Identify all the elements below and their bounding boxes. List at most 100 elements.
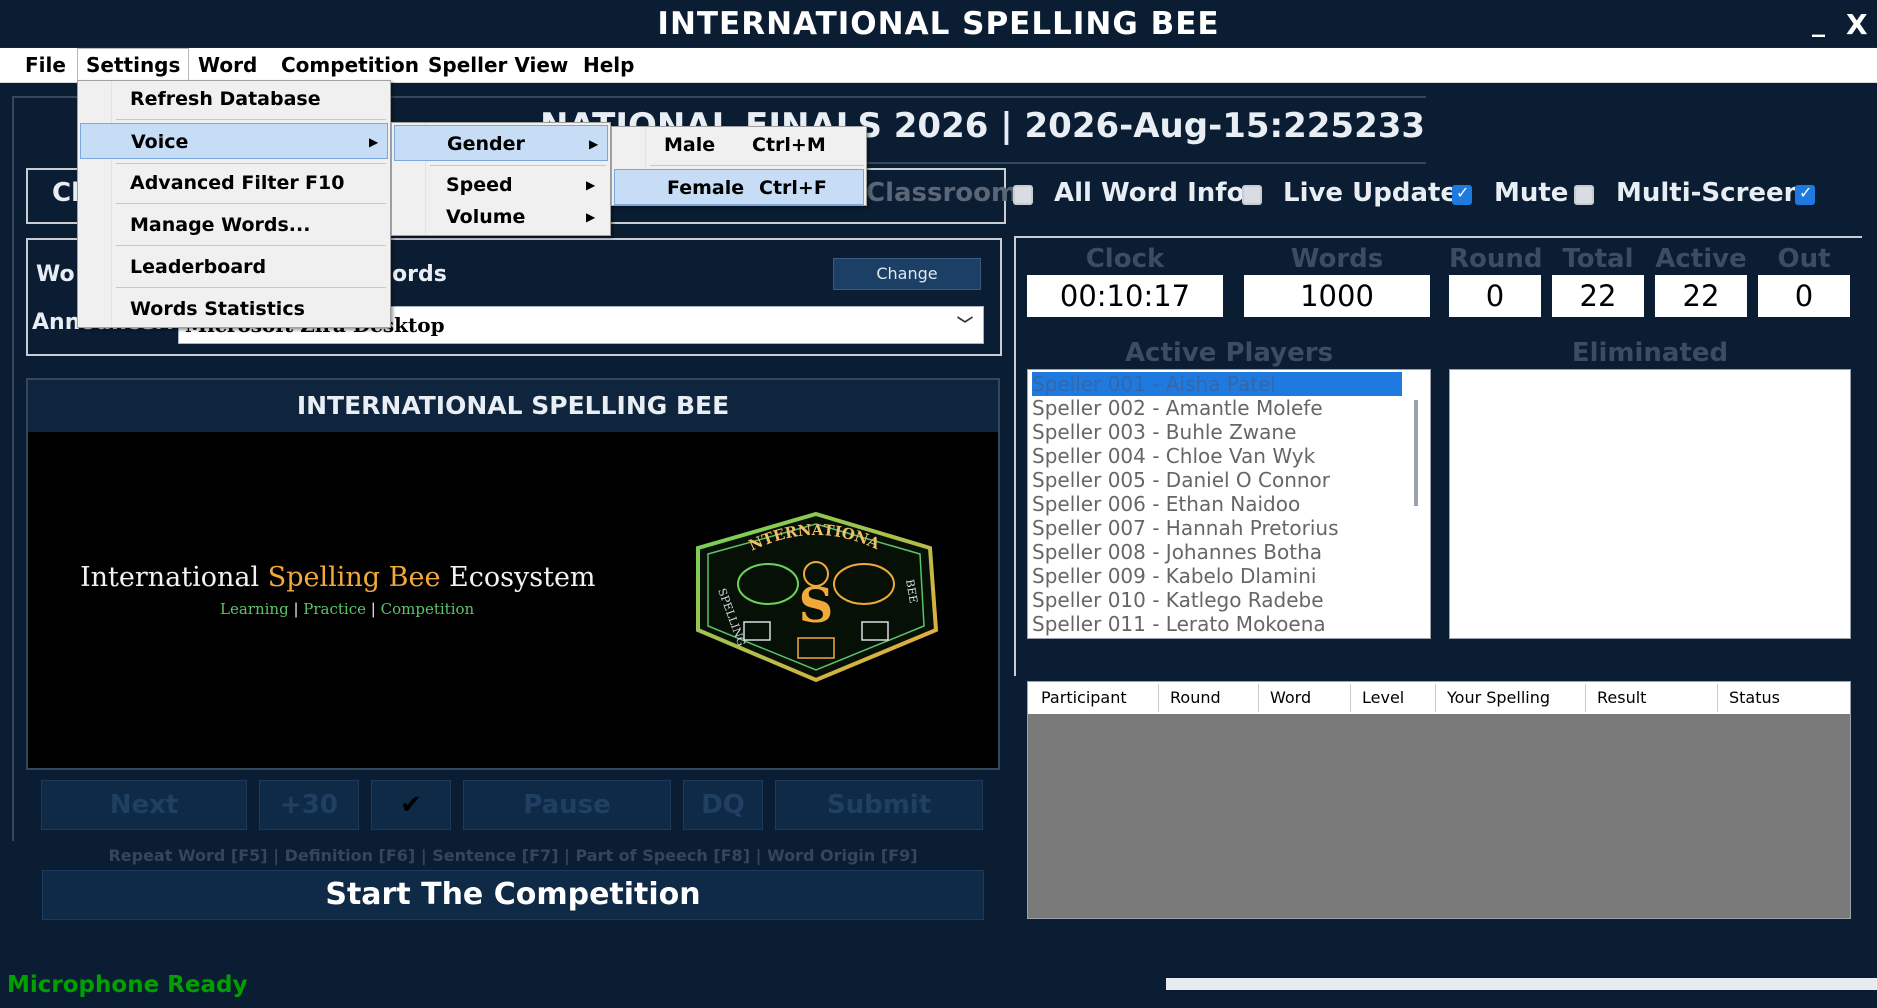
menu-settings[interactable]: Settings xyxy=(77,48,190,84)
classroom-label: Classroom xyxy=(866,178,1019,208)
start-competition-button[interactable]: Start The Competition xyxy=(42,870,984,920)
gender-item[interactable]: Gender ▶ xyxy=(394,125,608,161)
menu-separator xyxy=(650,165,864,166)
female-item-label: Female xyxy=(667,177,745,199)
words-value: 1000 xyxy=(1244,275,1430,317)
advanced-filter-label: Advanced Filter xyxy=(130,172,299,194)
female-item[interactable]: Female Ctrl+F xyxy=(614,169,864,205)
clock-value: 00:10:17 xyxy=(1027,275,1223,317)
add-30-button[interactable]: +30 xyxy=(259,780,359,830)
col-your-spelling[interactable]: Your Spelling xyxy=(1447,688,1550,707)
list-item[interactable]: Speller 001 - Aisha Patel xyxy=(1032,372,1402,396)
next-button[interactable]: Next xyxy=(41,780,247,830)
list-item[interactable]: Speller 010 - Katlego Radebe xyxy=(1032,588,1324,612)
classroom-label-prefix: Cl xyxy=(52,178,80,208)
tagline-c: Ecosystem xyxy=(440,562,596,593)
words-label-prefix: Wo xyxy=(36,262,75,287)
sub-competition: Competition xyxy=(380,600,475,618)
results-table[interactable] xyxy=(1027,681,1851,919)
submenu-arrow-icon: ▶ xyxy=(369,135,379,149)
round-value: 0 xyxy=(1449,275,1541,317)
words-statistics-item[interactable]: Words Statistics xyxy=(130,291,370,327)
submit-button[interactable]: Submit xyxy=(775,780,983,830)
menu-word[interactable]: Word xyxy=(190,48,265,83)
active-players-label: Active Players xyxy=(1124,338,1334,368)
speed-item-label: Speed xyxy=(446,174,513,196)
voice-item-label: Voice xyxy=(131,131,189,153)
col-result[interactable]: Result xyxy=(1597,688,1646,707)
column-divider xyxy=(1717,684,1718,712)
pause-button[interactable]: Pause xyxy=(463,780,671,830)
column-divider xyxy=(1350,684,1351,712)
advanced-filter-shortcut: F10 xyxy=(305,172,345,194)
menu-separator xyxy=(116,119,386,120)
volume-item[interactable]: Volume ▶ xyxy=(446,199,606,235)
menu-speller-view[interactable]: Speller View xyxy=(420,48,576,83)
eliminated-list[interactable] xyxy=(1449,369,1851,639)
col-status[interactable]: Status xyxy=(1729,688,1780,707)
list-item[interactable]: Speller 003 - Buhle Zwane xyxy=(1032,420,1296,444)
mute-checkbox[interactable] xyxy=(1574,185,1594,205)
col-participant[interactable]: Participant xyxy=(1041,688,1127,707)
menu-bar: File Settings Word Competition Speller V… xyxy=(0,48,1877,84)
male-shortcut: Ctrl+M xyxy=(752,134,826,156)
list-item[interactable]: Speller 002 - Amantle Molefe xyxy=(1032,396,1323,420)
total-label: Total xyxy=(1562,244,1634,274)
all-word-info-checkbox[interactable] xyxy=(1242,185,1262,205)
minimize-button[interactable]: _ xyxy=(1812,8,1825,38)
list-item[interactable]: Speller 008 - Johannes Botha xyxy=(1032,540,1322,564)
sub-practice: Practice xyxy=(303,600,367,618)
list-item[interactable]: Speller 006 - Ethan Naidoo xyxy=(1032,492,1300,516)
classroom-checkbox[interactable] xyxy=(1013,185,1033,205)
sub-separator: | xyxy=(293,600,299,618)
speed-item[interactable]: Speed ▶ xyxy=(446,167,606,203)
out-label: Out xyxy=(1777,244,1831,274)
sub-separator: | xyxy=(370,600,376,618)
col-word[interactable]: Word xyxy=(1270,688,1311,707)
col-level[interactable]: Level xyxy=(1362,688,1404,707)
scrollbar[interactable] xyxy=(1414,400,1418,506)
disqualify-button[interactable]: DQ xyxy=(683,780,763,830)
words-stat-label: Words xyxy=(1290,244,1384,274)
settings-menu: Refresh Database Voice ▶ Advanced Filter… xyxy=(77,80,391,328)
voice-item[interactable]: Voice ▶ xyxy=(80,123,388,159)
live-update-checkbox[interactable] xyxy=(1452,183,1472,205)
gender-submenu: Male Ctrl+M Female Ctrl+F xyxy=(611,126,867,206)
list-item[interactable]: Speller 005 - Daniel O Connor xyxy=(1032,468,1330,492)
list-item[interactable]: Speller 004 - Chloe Van Wyk xyxy=(1032,444,1315,468)
logo-subtagline: Learning | Practice | Competition xyxy=(220,600,474,618)
all-word-info-label: All Word Info xyxy=(1054,178,1245,208)
active-players-list[interactable]: Speller 001 - Aisha Patel Speller 002 - … xyxy=(1027,369,1431,639)
col-round[interactable]: Round xyxy=(1170,688,1221,707)
multi-screen-label: Multi-Screen xyxy=(1616,178,1803,208)
menu-help[interactable]: Help xyxy=(575,48,642,83)
list-item[interactable]: Speller 007 - Hannah Pretorius xyxy=(1032,516,1338,540)
menu-separator xyxy=(116,287,386,288)
status-progress-bar xyxy=(1166,978,1877,990)
column-divider xyxy=(1585,684,1586,712)
menu-file[interactable]: File xyxy=(17,48,74,83)
menu-competition[interactable]: Competition xyxy=(273,48,427,83)
gender-item-label: Gender xyxy=(447,133,525,155)
check-button[interactable]: ✔ xyxy=(371,780,451,830)
clock-label: Clock xyxy=(1085,244,1165,274)
list-item[interactable]: Speller 009 - Kabelo Dlamini xyxy=(1032,564,1316,588)
volume-item-label: Volume xyxy=(446,206,526,228)
hotkey-hints: Repeat Word [F5] | Definition [F6] | Sen… xyxy=(108,846,918,865)
logo-tagline: International Spelling Bee Ecosystem xyxy=(80,562,596,593)
bee-emblem-logo: INTERNATIONAL SPELLING BEE S xyxy=(679,496,948,688)
male-item[interactable]: Male Ctrl+M xyxy=(664,127,864,163)
column-divider xyxy=(1258,684,1259,712)
leaderboard-item[interactable]: Leaderboard xyxy=(130,249,370,285)
mute-label: Mute xyxy=(1494,178,1569,208)
change-button[interactable]: Change xyxy=(833,258,981,290)
multi-screen-checkbox[interactable] xyxy=(1795,183,1815,205)
female-shortcut: Ctrl+F xyxy=(759,177,827,199)
voice-submenu: Gender ▶ Speed ▶ Volume ▶ xyxy=(391,122,611,236)
status-text: Microphone Ready xyxy=(7,972,248,998)
close-button[interactable]: X xyxy=(1846,8,1868,41)
refresh-database-item[interactable]: Refresh Database xyxy=(130,81,370,117)
list-item[interactable]: Speller 011 - Lerato Mokoena xyxy=(1032,612,1326,636)
advanced-filter-item[interactable]: Advanced Filter F10 xyxy=(130,165,370,201)
manage-words-item[interactable]: Manage Words... xyxy=(130,207,370,243)
